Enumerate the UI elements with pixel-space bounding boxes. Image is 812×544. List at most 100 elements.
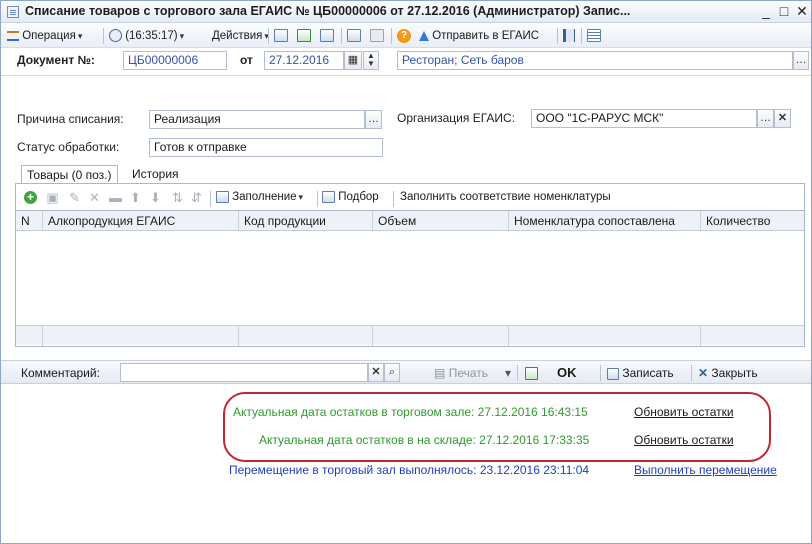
location-field[interactable]: Ресторан; Сеть баров bbox=[397, 51, 793, 70]
unpost-button[interactable] bbox=[320, 27, 334, 45]
tab-history[interactable]: История bbox=[127, 165, 184, 184]
location-select-button[interactable]: … bbox=[793, 51, 809, 70]
comment-search-button[interactable]: ⌕ bbox=[384, 363, 400, 382]
select-label: Подбор bbox=[338, 191, 379, 203]
stepper-arrows-icon: ▲ ▼ bbox=[367, 51, 375, 68]
edit-row-icon[interactable]: ✎ bbox=[68, 191, 81, 204]
toolbar-separator bbox=[581, 28, 582, 44]
fill-menu[interactable]: Заполнение ▾ bbox=[216, 189, 303, 206]
reports-button[interactable] bbox=[563, 27, 575, 45]
status-label: Статус обработки: bbox=[17, 140, 120, 154]
bottom-bar: Комментарий: ✕ ⌕ ▤ Печать ▾ OK Записать … bbox=[1, 360, 811, 384]
perform-transfer-link[interactable]: Выполнить перемещение bbox=[634, 462, 777, 478]
end-edit-icon[interactable]: ▬ bbox=[109, 191, 122, 204]
column-header-matched[interactable]: Номенклатура сопоставлена bbox=[509, 211, 701, 231]
toolbar-separator bbox=[691, 365, 692, 381]
org-label: Организация ЕГАИС: bbox=[397, 111, 516, 125]
list-icon bbox=[587, 29, 601, 43]
copy-row-icon[interactable]: ▣ bbox=[46, 191, 59, 204]
footer-cell bbox=[509, 326, 701, 346]
match-nomenclature-button[interactable]: Заполнить соответствие номенклатуры bbox=[400, 189, 611, 206]
toolbar-separator bbox=[341, 28, 342, 44]
add-row-icon[interactable]: + bbox=[24, 191, 37, 204]
footer-cell bbox=[239, 326, 373, 346]
send-egais-label: Отправить в ЕГАИС bbox=[432, 30, 540, 42]
sort-asc-icon[interactable]: ⇅ bbox=[171, 191, 184, 204]
comment-label: Комментарий: bbox=[21, 366, 100, 380]
grid-toolbar: + ▣ ✎ ✕ ▬ ⬆ ⬇ ⇅ ⇵ Заполнение ▾ Подбор Зап… bbox=[16, 186, 804, 208]
comment-clear-button[interactable]: ✕ bbox=[368, 363, 384, 382]
status-field[interactable]: Готов к отправке bbox=[149, 138, 383, 157]
org-clear-button[interactable]: ✕ bbox=[774, 109, 791, 128]
document-number-field[interactable]: ЦБ00000006 bbox=[123, 51, 227, 70]
time-button[interactable]: (16:35:17) ▾ bbox=[109, 27, 184, 45]
column-header-volume[interactable]: Объем bbox=[373, 211, 509, 231]
copy-button[interactable] bbox=[347, 27, 361, 45]
reason-field[interactable]: Реализация bbox=[149, 110, 365, 129]
unpost-icon bbox=[320, 29, 334, 43]
post-close-icon bbox=[274, 29, 288, 43]
column-header-n[interactable]: N bbox=[16, 211, 43, 231]
window-title: Списание товаров с торгового зала ЕГАИС … bbox=[25, 4, 631, 18]
org-field[interactable]: ООО "1С-РАРУС МСК" bbox=[531, 109, 757, 128]
sort-desc-icon[interactable]: ⇵ bbox=[190, 191, 203, 204]
save-icon bbox=[607, 367, 619, 380]
actions-menu[interactable]: Действия ▾ bbox=[212, 27, 269, 45]
print-menu-button[interactable]: ▾ bbox=[505, 363, 511, 383]
delete-row-icon[interactable]: ✕ bbox=[88, 191, 101, 204]
post-and-close-button[interactable] bbox=[274, 27, 288, 45]
document-date-field[interactable]: 27.12.2016 bbox=[264, 51, 344, 70]
ok-button[interactable]: OK bbox=[557, 363, 577, 383]
structure-button[interactable] bbox=[370, 27, 384, 45]
save-label: Записать bbox=[622, 366, 674, 380]
toolbar-separator bbox=[317, 191, 318, 207]
calendar-icon: ▦ bbox=[347, 54, 359, 66]
calendar-button[interactable]: ▦ bbox=[344, 51, 362, 70]
operation-menu[interactable]: Операция ▾ bbox=[7, 27, 82, 45]
close-label: Закрыть bbox=[711, 366, 758, 380]
close-icon: ✕ bbox=[698, 366, 709, 380]
search-icon: ⌕ bbox=[388, 366, 396, 378]
move-up-icon[interactable]: ⬆ bbox=[129, 191, 142, 204]
list-button[interactable] bbox=[587, 27, 601, 45]
column-header-alcohol[interactable]: Алкопродукция ЕГАИС bbox=[43, 211, 239, 231]
column-header-code[interactable]: Код продукции bbox=[239, 211, 373, 231]
actions-label: Действия bbox=[212, 30, 263, 42]
toolbar-separator bbox=[517, 365, 518, 381]
save-button[interactable]: Записать bbox=[607, 363, 674, 383]
tab-goods[interactable]: Товары (0 поз.) bbox=[21, 165, 118, 184]
title-bar: Списание товаров с торгового зала ЕГАИС … bbox=[1, 1, 811, 23]
column-header-quantity[interactable]: Количество bbox=[701, 211, 804, 231]
arrow-up-icon bbox=[419, 30, 429, 41]
footer-cell bbox=[43, 326, 239, 346]
toolbar-separator bbox=[393, 191, 394, 207]
document-window: Списание товаров с торгового зала ЕГАИС … bbox=[0, 0, 812, 544]
close-button[interactable]: ✕ Закрыть bbox=[698, 363, 758, 383]
toolbar-separator bbox=[268, 28, 269, 44]
org-select-button[interactable]: … bbox=[757, 109, 774, 128]
help-button[interactable]: ? bbox=[397, 27, 411, 45]
send-egais-button[interactable]: Отправить в ЕГАИС bbox=[419, 27, 539, 45]
fill-label: Заполнение bbox=[232, 191, 297, 203]
select-button[interactable]: Подбор bbox=[322, 189, 379, 206]
post-icon bbox=[297, 29, 311, 43]
move-down-icon[interactable]: ⬇ bbox=[149, 191, 162, 204]
toolbar-separator bbox=[103, 28, 104, 44]
goods-table: N Алкопродукция ЕГАИС Код продукции Объе… bbox=[16, 210, 804, 346]
maximize-button[interactable]: □ bbox=[775, 2, 793, 21]
close-window-button[interactable]: ✕ bbox=[793, 2, 811, 21]
table-footer bbox=[16, 325, 804, 346]
print-button[interactable]: ▤ Печать bbox=[434, 363, 488, 383]
post-check-icon bbox=[525, 367, 538, 381]
chevron-down-icon: ▾ bbox=[77, 31, 83, 41]
clock-icon bbox=[109, 29, 122, 43]
divider bbox=[1, 75, 811, 76]
toolbar-separator bbox=[210, 191, 211, 207]
minimize-button[interactable]: _ bbox=[757, 2, 775, 21]
post-button[interactable] bbox=[297, 27, 311, 45]
date-stepper[interactable]: ▲ ▼ bbox=[363, 51, 379, 70]
reason-label: Причина списания: bbox=[17, 112, 124, 126]
comment-field[interactable] bbox=[120, 363, 368, 382]
reason-select-button[interactable]: … bbox=[365, 110, 382, 129]
post-document-button[interactable] bbox=[525, 363, 538, 383]
